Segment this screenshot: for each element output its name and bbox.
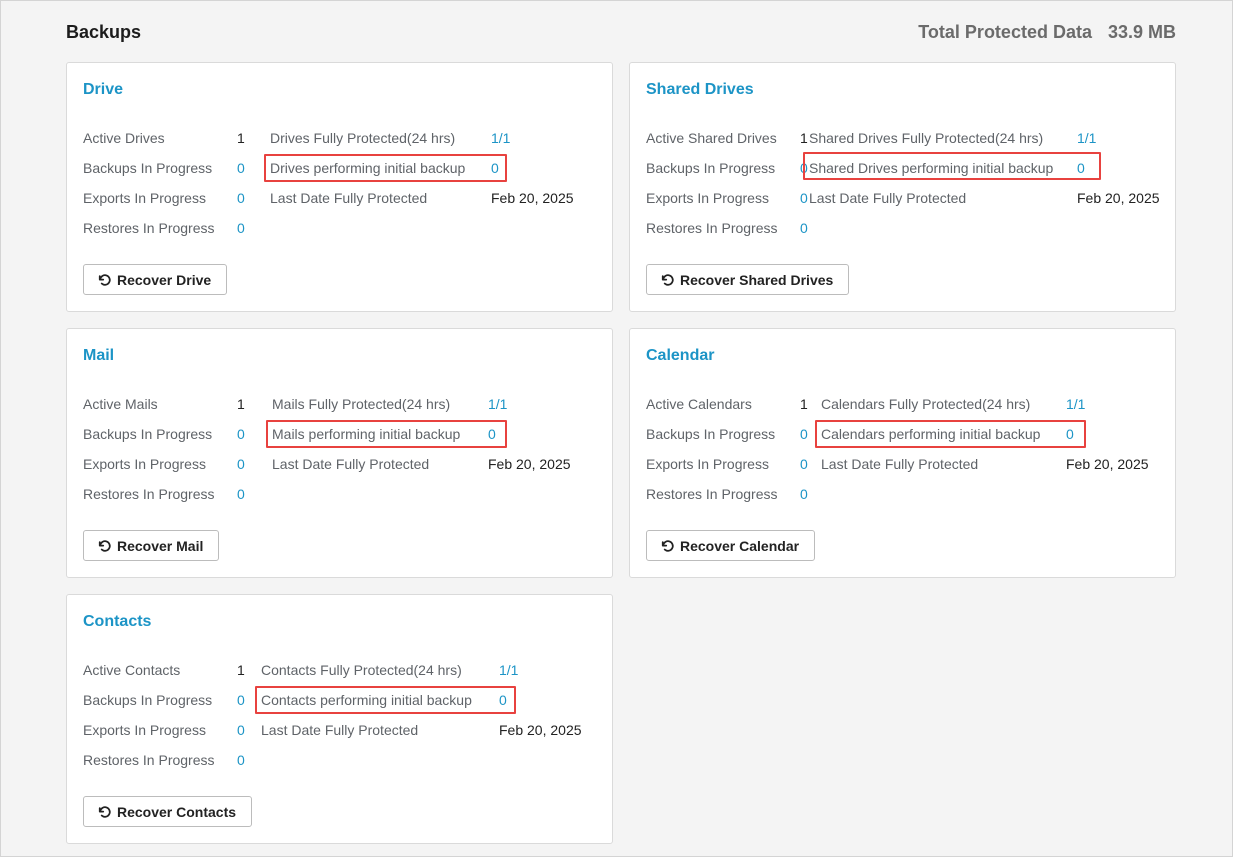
fully-protected-label: Drives Fully Protected(24 hrs) xyxy=(270,130,456,146)
recover-calendar-button[interactable]: Recover Calendar xyxy=(646,530,816,561)
fully-protected-value[interactable]: 1/1 xyxy=(499,661,518,679)
shared-card-title[interactable]: Shared Drives xyxy=(646,81,754,99)
active-label: Active Mails xyxy=(83,396,158,412)
restores-label: Restores In Progress xyxy=(83,220,215,236)
last-date-value: Feb 20, 2025 xyxy=(488,456,571,472)
recover-button-label: Recover Drive xyxy=(117,271,212,288)
active-label: Active Contacts xyxy=(83,662,181,678)
recover-shared-button[interactable]: Recover Shared Drives xyxy=(646,264,850,295)
page-title: Backups xyxy=(66,22,142,42)
restores-label: Restores In Progress xyxy=(83,486,215,502)
last-date-label: Last Date Fully Protected xyxy=(809,190,967,206)
shared-card: Shared Drives Active Shared Drives 1 Backup… xyxy=(629,62,1176,312)
drive-card: Drive Active Drives 1 Backups In Progress 0 E… xyxy=(66,62,613,312)
recover-drive-button[interactable]: Recover Drive xyxy=(83,264,228,295)
active-value: 1 xyxy=(800,130,808,146)
backups-value[interactable]: 0 xyxy=(800,425,808,443)
backups-value[interactable]: 0 xyxy=(237,425,245,443)
exports-label: Exports In Progress xyxy=(83,190,206,206)
backups-label: Backups In Progress xyxy=(83,692,213,708)
total-protected-value: 33.9 MB xyxy=(1107,22,1176,42)
fully-protected-value[interactable]: 1/1 xyxy=(1077,129,1096,147)
backups-label: Backups In Progress xyxy=(83,426,213,442)
recover-button-label: Recover Mail xyxy=(117,537,204,554)
highlight-box xyxy=(815,420,1086,448)
highlight-box xyxy=(255,686,516,714)
recover-button-label: Recover Contacts xyxy=(117,803,237,820)
recover-button-label: Recover Calendar xyxy=(680,537,800,554)
fully-protected-value[interactable]: 1/1 xyxy=(1066,395,1085,413)
recover-mail-button[interactable]: Recover Mail xyxy=(83,530,220,561)
restores-label: Restores In Progress xyxy=(646,220,778,236)
exports-value[interactable]: 0 xyxy=(800,189,808,207)
restore-icon xyxy=(98,273,112,287)
restores-value[interactable]: 0 xyxy=(237,485,245,503)
recover-button-label: Recover Shared Drives xyxy=(680,271,834,288)
last-date-value: Feb 20, 2025 xyxy=(499,722,582,738)
fully-protected-label: Calendars Fully Protected(24 hrs) xyxy=(821,396,1031,412)
last-date-label: Last Date Fully Protected xyxy=(272,456,430,472)
restores-value[interactable]: 0 xyxy=(800,485,808,503)
exports-value[interactable]: 0 xyxy=(800,455,808,473)
active-value: 1 xyxy=(237,662,245,678)
backups-label: Backups In Progress xyxy=(646,426,776,442)
exports-value[interactable]: 0 xyxy=(237,721,245,739)
last-date-label: Last Date Fully Protected xyxy=(270,190,428,206)
exports-label: Exports In Progress xyxy=(646,190,769,206)
active-value: 1 xyxy=(237,130,245,146)
restores-label: Restores In Progress xyxy=(83,752,215,768)
backups-value[interactable]: 0 xyxy=(237,159,245,177)
restore-icon xyxy=(98,539,112,553)
drive-card-title[interactable]: Drive xyxy=(83,81,123,99)
restores-value[interactable]: 0 xyxy=(800,219,808,237)
fully-protected-label: Contacts Fully Protected(24 hrs) xyxy=(261,662,462,678)
fully-protected-label: Mails Fully Protected(24 hrs) xyxy=(272,396,451,412)
mail-card-title[interactable]: Mail xyxy=(83,347,114,365)
restores-value[interactable]: 0 xyxy=(237,751,245,769)
active-value: 1 xyxy=(237,396,245,412)
fully-protected-label: Shared Drives Fully Protected(24 hrs) xyxy=(809,130,1044,146)
fully-protected-value[interactable]: 1/1 xyxy=(488,395,507,413)
calendar-card-title[interactable]: Calendar xyxy=(646,347,714,365)
highlight-box xyxy=(803,152,1101,180)
exports-label: Exports In Progress xyxy=(646,456,769,472)
backups-value[interactable]: 0 xyxy=(237,691,245,709)
total-protected-data: Total Protected Data 33.9 MB xyxy=(918,22,1176,43)
last-date-label: Last Date Fully Protected xyxy=(261,722,419,738)
last-date-value: Feb 20, 2025 xyxy=(1066,456,1149,472)
contacts-card-title[interactable]: Contacts xyxy=(83,613,151,631)
backups-label: Backups In Progress xyxy=(83,160,213,176)
active-label: Active Calendars xyxy=(646,396,752,412)
exports-label: Exports In Progress xyxy=(83,456,206,472)
mail-card: Mail Active Mails 1 Backups In Progress 0 Exp… xyxy=(66,328,613,578)
fully-protected-value[interactable]: 1/1 xyxy=(491,129,510,147)
restore-icon xyxy=(98,805,112,819)
total-protected-label: Total Protected Data xyxy=(918,22,1092,42)
backups-label: Backups In Progress xyxy=(646,160,776,176)
recover-contacts-button[interactable]: Recover Contacts xyxy=(83,796,253,827)
exports-value[interactable]: 0 xyxy=(237,189,245,207)
highlight-box xyxy=(264,154,507,182)
highlight-box xyxy=(266,420,507,448)
active-value: 1 xyxy=(800,396,808,412)
exports-label: Exports In Progress xyxy=(83,722,206,738)
restore-icon xyxy=(661,539,675,553)
contacts-card: Contacts Active Contacts 1 Backups In Progr… xyxy=(66,594,613,844)
active-label: Active Shared Drives xyxy=(646,130,777,146)
active-label: Active Drives xyxy=(83,130,165,146)
restores-value[interactable]: 0 xyxy=(237,219,245,237)
restores-label: Restores In Progress xyxy=(646,486,778,502)
last-date-value: Feb 20, 2025 xyxy=(1077,190,1160,206)
restore-icon xyxy=(661,273,675,287)
last-date-value: Feb 20, 2025 xyxy=(491,190,574,206)
last-date-label: Last Date Fully Protected xyxy=(821,456,979,472)
calendar-card: Calendar Active Calendars 1 Backups In Prog… xyxy=(629,328,1176,578)
exports-value[interactable]: 0 xyxy=(237,455,245,473)
